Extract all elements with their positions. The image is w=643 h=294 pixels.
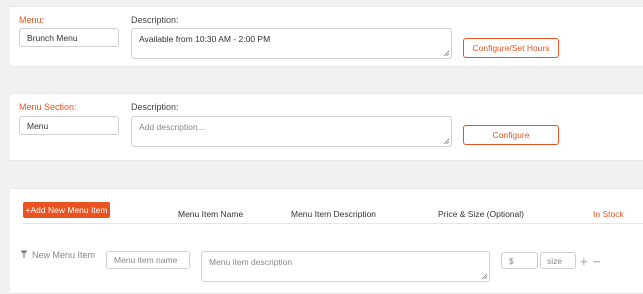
menu-description-label: Description: [131,15,179,25]
menu-section-name-input[interactable]: Menu [19,116,119,135]
menu-section-label: Menu Section: [19,102,77,112]
add-size-icon[interactable]: + [580,255,588,268]
section-description-label: Description: [131,102,179,112]
menu-item-description-textarea[interactable]: Menu item description [201,251,490,282]
size-input[interactable]: size [540,252,576,269]
header-divider [22,223,643,224]
resize-grip-icon[interactable] [443,138,449,144]
configure-set-hours-button[interactable]: Configure/Set Hours [463,38,559,58]
new-menu-item-label: New Menu Item [32,250,96,260]
menu-section-card: Menu Section: Menu Description: Add desc… [10,93,643,161]
column-header-price-size: Price & Size (Optional) [438,209,524,219]
sort-handle-icon[interactable] [21,250,31,259]
menu-card: Menu: Brunch Menu Description: Available… [10,6,643,67]
menu-name-input[interactable]: Brunch Menu [19,28,119,47]
menu-item-description-placeholder: Menu item description [209,257,293,267]
menu-items-card: +Add New Menu Item Menu Item Name Menu I… [10,188,643,294]
price-placeholder: $ [509,255,514,266]
resize-grip-icon[interactable] [481,273,487,279]
column-header-description: Menu Item Description [291,209,377,219]
menu-description-textarea[interactable]: Available from 10:30 AM - 2:00 PM [131,28,452,59]
configure-section-button[interactable]: Configure [463,125,559,145]
size-placeholder: size [547,255,563,266]
column-header-in-stock: In Stock [593,209,624,219]
column-header-name: Menu Item Name [178,209,244,219]
menu-label: Menu: [19,15,45,25]
resize-grip-icon[interactable] [443,50,449,56]
price-input[interactable]: $ [501,252,538,269]
section-description-placeholder: Add description... [139,122,205,132]
menu-item-name-placeholder: Menu item name [114,255,178,265]
remove-size-icon[interactable]: − [593,255,601,268]
menu-item-name-input[interactable]: Menu item name [106,251,190,269]
menu-description-text: Available from 10:30 AM - 2:00 PM [139,34,271,44]
section-description-textarea[interactable]: Add description... [131,116,452,147]
add-new-menu-item-button[interactable]: +Add New Menu Item [23,202,110,218]
